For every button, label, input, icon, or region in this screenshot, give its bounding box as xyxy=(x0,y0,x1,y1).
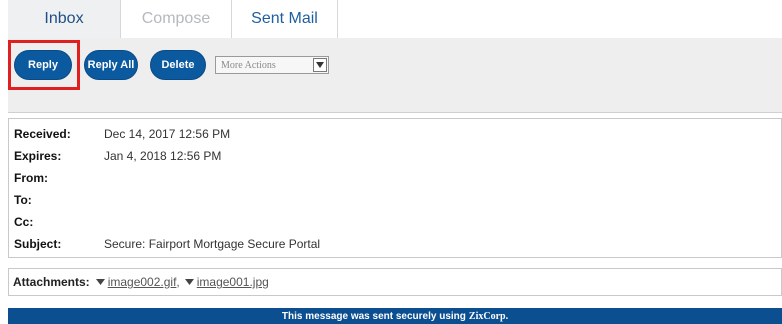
reply-button[interactable]: Reply xyxy=(14,50,72,80)
tab-compose[interactable]: Compose xyxy=(120,0,232,38)
delete-button[interactable]: Delete xyxy=(150,50,206,80)
field-label: Received: xyxy=(14,127,71,141)
attachment-separator: , xyxy=(176,275,180,289)
tab-sent-mail[interactable]: Sent Mail xyxy=(232,0,338,38)
field-value: Dec 14, 2017 12:56 PM xyxy=(104,127,231,141)
mail-tabs: Inbox Compose Sent Mail xyxy=(8,0,338,38)
reply-all-button[interactable]: Reply All xyxy=(84,50,138,80)
field-label: Expires: xyxy=(14,149,62,163)
attachment-link[interactable]: image001.jpg xyxy=(197,275,269,289)
field-expires: Expires: Jan 4, 2018 12:56 PM xyxy=(14,146,221,166)
footer-brand: ZixCorp. xyxy=(468,310,509,322)
secure-footer-banner: This message was sent securely using Zix… xyxy=(8,308,782,324)
attachments-bar: Attachments: image002.gif , image001.jpg xyxy=(8,268,782,296)
message-toolbar: Reply Reply All Delete More Actions xyxy=(8,38,782,113)
caret-down-icon[interactable] xyxy=(95,279,105,285)
field-cc: Cc: xyxy=(14,212,104,232)
tab-inbox[interactable]: Inbox xyxy=(8,0,120,38)
field-label: To: xyxy=(14,193,32,207)
field-received: Received: Dec 14, 2017 12:56 PM xyxy=(14,124,230,144)
field-to: To: xyxy=(14,190,104,210)
caret-down-icon[interactable] xyxy=(184,279,194,285)
message-header: Received: Dec 14, 2017 12:56 PM Expires:… xyxy=(8,118,782,258)
more-actions-select[interactable]: More Actions xyxy=(215,56,329,74)
attachments-label: Attachments: xyxy=(13,275,90,289)
field-value: Jan 4, 2018 12:56 PM xyxy=(104,149,222,163)
field-subject: Subject: Secure: Fairport Mortgage Secur… xyxy=(14,234,320,254)
field-label: From: xyxy=(14,171,48,185)
more-actions-selected-value: More Actions xyxy=(221,59,276,71)
attachment-link[interactable]: image002.gif xyxy=(108,275,177,289)
footer-text: This message was sent securely using xyxy=(281,310,466,322)
field-label: Cc: xyxy=(14,215,34,229)
chevron-down-icon[interactable] xyxy=(313,58,327,72)
field-label: Subject: xyxy=(14,237,62,251)
field-from: From: xyxy=(14,168,104,188)
field-value: Secure: Fairport Mortgage Secure Portal xyxy=(104,237,321,251)
